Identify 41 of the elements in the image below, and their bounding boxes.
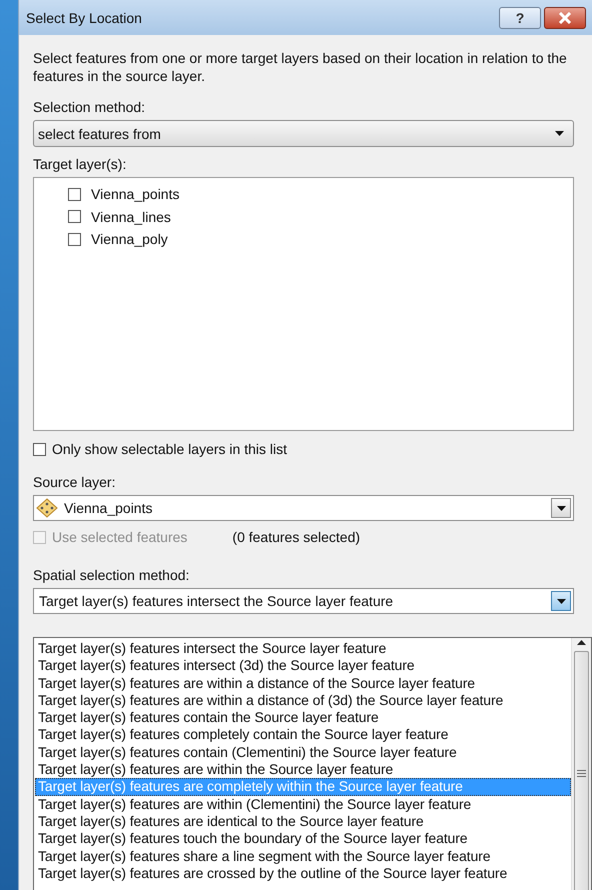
caret-icon xyxy=(556,506,566,510)
dropdown-option[interactable]: Target layer(s) features intersect (3d) the Source layer feature xyxy=(35,657,571,675)
point-layer-icon xyxy=(36,498,58,518)
dropdown-option[interactable]: Target layer(s) features contain (Clementini) the Source layer feature xyxy=(35,744,571,762)
layer-name[interactable]: Vienna_points xyxy=(91,186,180,202)
dropdown-option[interactable]: Target layer(s) features are within a distance of (3d) the Source layer feature xyxy=(35,692,571,710)
checkbox[interactable] xyxy=(33,442,46,456)
layer-name[interactable]: Vienna_poly xyxy=(91,231,168,248)
description-text: Select features from one or more target layers based on their location in relation to the features in the source layer. xyxy=(33,49,568,85)
caret-icon xyxy=(555,131,564,136)
dropdown-option[interactable]: Target layer(s) features completely contain the Source layer feature xyxy=(35,726,571,744)
caret-icon xyxy=(556,598,566,604)
selection-count: (0 features selected) xyxy=(232,529,360,545)
checkbox[interactable] xyxy=(68,232,81,246)
help-button[interactable]: ? xyxy=(499,6,541,28)
spatial-method-dropdown[interactable]: Target layer(s) features intersect the Source layer feature xyxy=(33,588,574,614)
dropdown-option[interactable]: Target layer(s) features are within a distance of the Source layer feature xyxy=(35,674,571,692)
dropdown-option[interactable]: Target layer(s) features contain the Source layer feature xyxy=(35,709,571,726)
selection-method-dropdown[interactable]: select features from xyxy=(33,120,574,147)
dropdown-option[interactable]: Target layer(s) features share a line segment with the Source layer feature xyxy=(35,848,571,865)
source-layer-dropdown[interactable]: Vienna_points xyxy=(33,495,574,521)
field-label: Source layer: xyxy=(33,474,116,490)
window-title: Select By Location xyxy=(26,10,143,26)
field-label: Spatial selection method: xyxy=(33,567,190,583)
dropdown-option[interactable]: Target layer(s) features are identical to the Source layer feature xyxy=(35,812,571,830)
grip-icon xyxy=(577,770,586,777)
dropdown-option[interactable]: Target layer(s) features intersect the Source layer feature xyxy=(35,640,571,658)
layer-name[interactable]: Vienna_lines xyxy=(91,208,171,225)
field-label: Selection method: xyxy=(33,99,146,115)
checkbox-label[interactable]: Only show selectable layers in this list xyxy=(52,441,287,457)
dropdown-option[interactable]: Target layer(s) features are within the Source layer feature xyxy=(35,761,571,778)
dropdown-option[interactable]: Target layer(s) features touch the boundary of the Source layer feature xyxy=(35,830,571,848)
checkbox[interactable] xyxy=(68,210,81,224)
scrollbar-thumb[interactable] xyxy=(574,650,589,890)
close-button[interactable] xyxy=(544,6,586,28)
scroll-up-icon[interactable] xyxy=(577,640,586,645)
checkbox[interactable] xyxy=(68,188,81,201)
dropdown-option[interactable]: Target layer(s) features are within (Clementini) the Source layer feature xyxy=(35,796,571,813)
dropdown-option[interactable]: Target layer(s) features are crossed by the outline of the Source layer feature xyxy=(35,864,571,882)
close-icon xyxy=(558,12,572,24)
field-label: Target layer(s): xyxy=(33,156,128,172)
